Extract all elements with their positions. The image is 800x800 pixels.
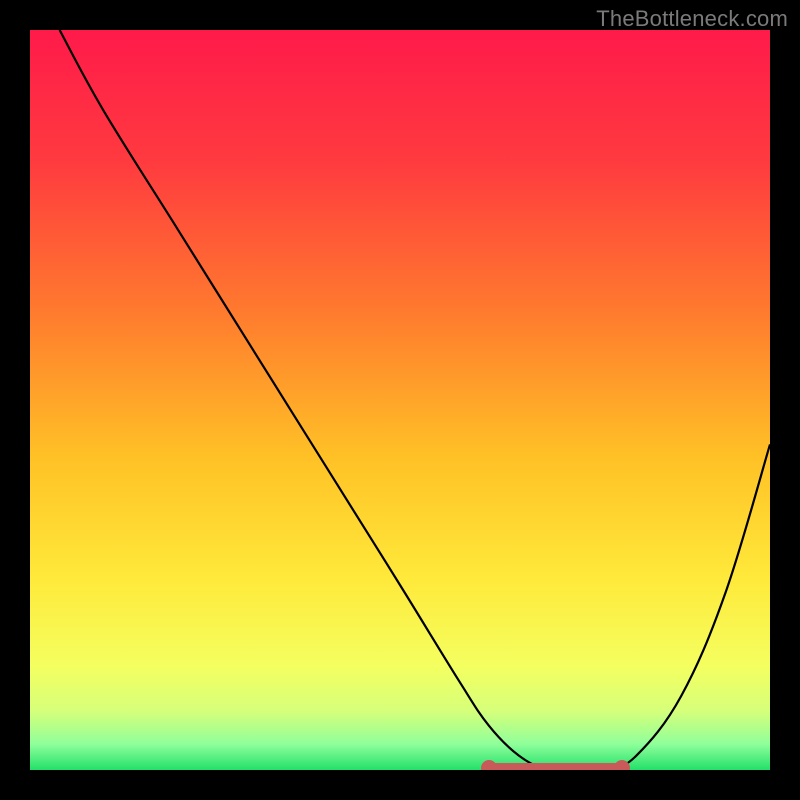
optimal-end-dot <box>614 760 630 770</box>
plot-area <box>30 30 770 770</box>
chart-frame: TheBottleneck.com <box>0 0 800 800</box>
watermark-text: TheBottleneck.com <box>596 6 788 32</box>
heat-gradient <box>30 30 770 770</box>
optimal-band-bar <box>489 763 622 770</box>
optimal-start-dot <box>481 760 497 770</box>
